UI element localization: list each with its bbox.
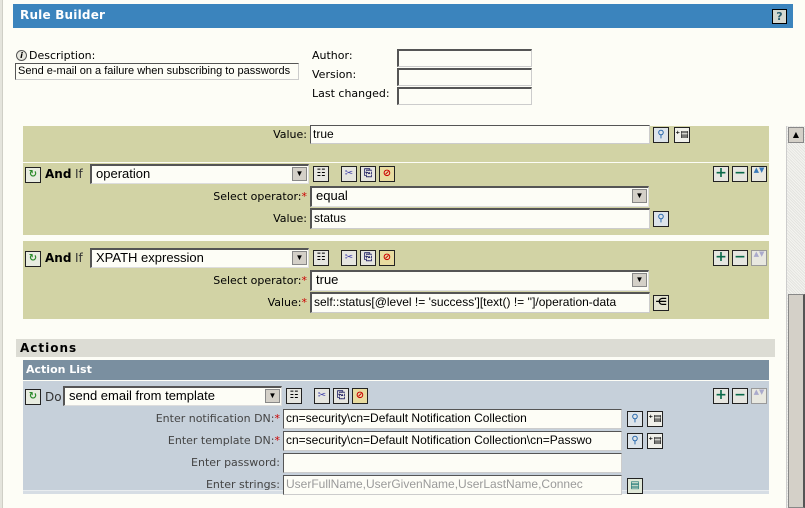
condition-1-if-label: If — [75, 167, 83, 181]
insert-variable-icon[interactable]: ⁺▤ — [674, 127, 690, 143]
chevron-down-icon[interactable]: ▼ — [632, 273, 647, 287]
refresh-icon[interactable]: ↻ — [25, 389, 41, 405]
condition-2-if-label: If — [75, 251, 83, 265]
version-input[interactable] — [397, 68, 532, 86]
move-up-down-icon[interactable]: ▲▼ — [751, 388, 767, 404]
move-up-down-icon[interactable]: ▲▼ — [751, 250, 767, 266]
action-1-type-select[interactable]: send email from template ▼ — [63, 386, 282, 406]
cut-icon[interactable]: ✂ — [341, 250, 357, 266]
condition-1-type-select[interactable]: operation ▼ — [90, 164, 309, 184]
properties-icon[interactable]: ☷ — [313, 166, 329, 182]
add-condition-icon[interactable]: + — [713, 166, 729, 182]
template-dn-label: Enter template DN:* — [167, 434, 280, 447]
xpath-builder-icon[interactable]: ⋲ — [653, 295, 669, 311]
search-icon[interactable]: ⚲ — [627, 433, 643, 449]
description-label: Description: — [29, 49, 96, 62]
actions-section-header: Actions — [16, 339, 775, 357]
notification-dn-input[interactable]: cn=security\cn=Default Notification Coll… — [283, 409, 622, 429]
condition-2-type-value: XPATH expression — [96, 250, 204, 265]
info-icon[interactable]: i — [16, 50, 27, 61]
add-action-icon[interactable]: + — [713, 388, 729, 404]
action-list-header: Action List — [23, 360, 769, 380]
condition-2-value-label: Value:* — [267, 296, 307, 309]
vertical-scrollbar[interactable]: ▲ — [786, 126, 805, 508]
condition-2-operator-select[interactable]: true ▼ — [310, 270, 649, 291]
help-icon[interactable]: ? — [772, 9, 787, 24]
delete-disable-icon[interactable]: ⊘ — [352, 388, 368, 404]
title-bar: Rule Builder ? — [13, 4, 793, 28]
password-label: Enter password: — [191, 456, 280, 469]
condition-2-operator-value: true — [316, 272, 339, 287]
last-changed-label: Last changed: — [312, 87, 390, 100]
chevron-down-icon[interactable]: ▼ — [292, 251, 307, 265]
scroll-up-arrow-icon[interactable]: ▲ — [788, 127, 804, 143]
condition-1-operator-label: Select operator:* — [213, 190, 307, 203]
window-left-edge — [0, 0, 3, 508]
notification-dn-label: Enter notification DN:* — [155, 412, 280, 425]
remove-condition-icon[interactable]: − — [732, 166, 748, 182]
password-input[interactable] — [283, 453, 622, 473]
condition-1-operator-value: equal — [316, 188, 348, 203]
search-icon[interactable]: ⚲ — [653, 127, 669, 143]
copy-icon[interactable]: ⎘ — [333, 388, 349, 404]
insert-variable-icon[interactable]: ⁺▤ — [647, 411, 663, 427]
condition-1-value-input[interactable]: status — [310, 208, 650, 229]
remove-condition-icon[interactable]: − — [732, 250, 748, 266]
partial-value-label: Value: — [273, 128, 307, 141]
copy-icon[interactable]: ⎘ — [360, 250, 376, 266]
search-icon[interactable]: ⚲ — [653, 211, 669, 227]
edit-strings-icon[interactable]: ▤ — [627, 478, 643, 494]
window-title: Rule Builder — [20, 8, 106, 22]
move-up-down-icon[interactable]: ▲▼ — [751, 166, 767, 182]
condition-1-value-label: Value: — [273, 212, 307, 225]
scroll-thumb[interactable] — [788, 294, 805, 508]
action-1-type-value: send email from template — [69, 388, 215, 403]
properties-icon[interactable]: ☷ — [313, 250, 329, 266]
condition-1-type-value: operation — [96, 166, 151, 181]
version-label: Version: — [312, 68, 357, 81]
partial-value-input[interactable]: true — [310, 125, 650, 144]
chevron-down-icon[interactable]: ▼ — [292, 167, 307, 181]
condition-1-operator-select[interactable]: equal ▼ — [310, 186, 649, 207]
last-changed-input[interactable] — [397, 87, 532, 105]
strings-label: Enter strings: — [205, 478, 280, 491]
cut-icon[interactable]: ✂ — [314, 388, 330, 404]
condition-2-value-input[interactable]: self::status[@level != 'success'][text()… — [310, 292, 650, 313]
properties-icon[interactable]: ☷ — [286, 388, 302, 404]
search-icon[interactable]: ⚲ — [627, 411, 643, 427]
author-label: Author: — [312, 49, 353, 62]
insert-variable-icon[interactable]: ⁺▤ — [647, 433, 663, 449]
cut-icon[interactable]: ✂ — [341, 166, 357, 182]
chevron-down-icon[interactable]: ▼ — [632, 189, 647, 203]
author-input[interactable] — [397, 49, 532, 67]
add-condition-icon[interactable]: + — [713, 250, 729, 266]
action-1-do-label: Do — [45, 390, 62, 404]
remove-action-icon[interactable]: − — [732, 388, 748, 404]
condition-2-type-select[interactable]: XPATH expression ▼ — [90, 248, 309, 268]
condition-2-conjunction: And — [45, 251, 72, 265]
delete-disable-icon[interactable]: ⊘ — [379, 250, 395, 266]
refresh-icon[interactable]: ↻ — [25, 251, 41, 267]
refresh-icon[interactable]: ↻ — [25, 167, 41, 183]
copy-icon[interactable]: ⎘ — [360, 166, 376, 182]
condition-2-operator-label: Select operator:* — [213, 274, 307, 287]
description-input[interactable]: Send e-mail on a failure when subscribin… — [15, 63, 299, 80]
condition-1-conjunction: And — [45, 167, 72, 181]
chevron-down-icon[interactable]: ▼ — [265, 389, 280, 403]
delete-disable-icon[interactable]: ⊘ — [379, 166, 395, 182]
strings-input[interactable]: UserFullName,UserGivenName,UserLastName,… — [283, 475, 622, 495]
template-dn-input[interactable]: cn=security\cn=Default Notification Coll… — [283, 431, 622, 451]
